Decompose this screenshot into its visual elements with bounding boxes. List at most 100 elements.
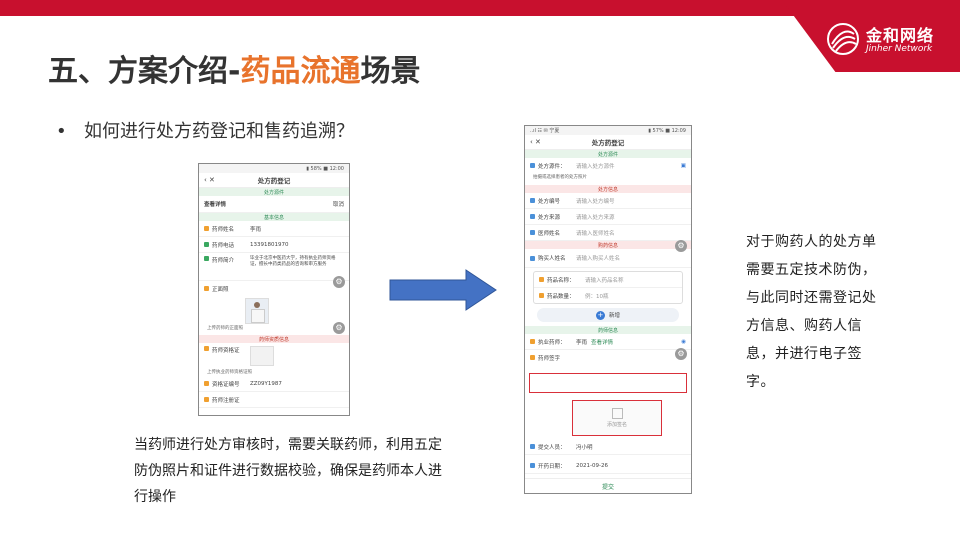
field-value: 13391801970 — [250, 241, 289, 248]
field-icon — [204, 286, 209, 291]
license-image[interactable] — [250, 346, 274, 366]
field-label: 处方编号 — [538, 198, 561, 205]
back-close-icon[interactable]: ‹ ✕ — [204, 176, 215, 184]
pharmacist-photo[interactable] — [245, 298, 269, 324]
field-label: 提交人员： — [538, 444, 566, 451]
pharmacist-row[interactable]: 执业药师： 李雨 查看详情 ◉ — [525, 334, 691, 350]
license-hint: 上传执业药师资格证照 — [207, 370, 252, 375]
date-row[interactable]: 开药日期： 2021-09-26 — [525, 458, 691, 474]
add-label: 新增 — [608, 313, 620, 319]
drug-name-input[interactable]: 请输入药品名称 — [585, 276, 624, 284]
field-label: 处方来源 — [538, 214, 561, 221]
add-drug-button[interactable]: + 新增 — [537, 308, 679, 322]
field-input[interactable]: 请输入处方编号 — [576, 197, 615, 205]
source-input[interactable]: 请输入处方源件 — [576, 162, 681, 170]
field-label: 资格证编号 — [212, 381, 240, 388]
field-icon — [204, 346, 209, 351]
right-arrow-icon — [389, 269, 497, 311]
field-icon — [204, 381, 209, 386]
field-icon — [530, 255, 535, 261]
field-row: 药师简介 毕业于北京中医药大学，持有执业药师资格证，擅长中药类药品的咨询和审方服… — [199, 253, 349, 281]
field-label: 处方源件： — [538, 163, 566, 170]
title-prefix: 五、方案介绍- — [48, 54, 241, 89]
field-label: 开药日期： — [538, 463, 566, 470]
field-icon — [530, 163, 535, 168]
bullet-dot-icon: • — [56, 121, 67, 142]
section-band-source: 处方源件 — [199, 188, 349, 196]
nav-title: 处方药登记 — [591, 139, 625, 147]
field-label: 正面照 — [212, 286, 229, 293]
field-icon — [530, 214, 535, 219]
source-hint: 拍摄或选择患者的处方照片 — [533, 175, 587, 180]
drug-name-row[interactable]: 药品名称： 请输入药品名称 — [534, 272, 682, 288]
field-icon — [539, 277, 544, 282]
pharmacist-detail-screenshot: ▮ 58% ■ 12:00 ‹ ✕ 处方药登记 处方源件 查看详情 取消 基本信… — [198, 163, 350, 416]
prescription-registration-screenshot: ..ıl ☷ ✉ 宁夏 ▮ 57% ■ 12:09 ‹ ✕ 处方药登记 处方源件… — [524, 125, 692, 494]
drug-qty-row[interactable]: 药品数量： 例：10瓶 — [534, 288, 682, 303]
floating-gear-icon[interactable]: ⚙ — [333, 276, 345, 288]
field-icon — [204, 256, 209, 261]
field-icon — [530, 355, 535, 360]
select-icon[interactable]: ◉ — [681, 339, 686, 345]
field-icon — [539, 293, 544, 298]
info-row[interactable]: 处方来源 请输入处方来源 — [525, 209, 691, 225]
field-label: 药师注册证 — [212, 397, 240, 404]
section-band-license: 药师资质信息 — [199, 335, 349, 343]
field-icon — [204, 242, 209, 247]
field-icon — [204, 226, 209, 231]
field-label: 药师简介 — [212, 258, 235, 264]
field-icon — [530, 444, 535, 449]
field-value: 李雨 — [250, 226, 262, 233]
sheet-title: 查看详情 — [204, 202, 227, 208]
signature-pen-icon — [611, 408, 623, 419]
title-suffix: 场景 — [360, 54, 421, 89]
right-description: 对于购药人的处方单需要五定技术防伪，与此同时还需登记处方信息、购药人信息，并进行… — [746, 234, 877, 390]
view-details-link[interactable]: 查看详情 — [591, 338, 681, 346]
section-band-buyer: 购药信息 — [525, 241, 691, 249]
field-icon — [530, 230, 535, 235]
back-close-icon[interactable]: ‹ ✕ — [530, 138, 541, 146]
drug-qty-input[interactable]: 例：10瓶 — [585, 292, 609, 300]
plus-icon: + — [595, 310, 605, 320]
field-row: 资格证编号 ZZ09Y1987 — [199, 376, 349, 392]
field-icon — [530, 339, 535, 344]
field-input[interactable]: 请输入医师姓名 — [576, 229, 615, 237]
section-band-basic: 基本信息 — [199, 213, 349, 221]
signature-row: 药师签字 — [525, 350, 691, 365]
jinher-logo-icon — [827, 23, 859, 55]
status-right: ▮ 57% ■ 12:09 — [648, 127, 686, 134]
section-band-info: 处方信息 — [525, 185, 691, 193]
bullet-point: • 如何进行处方药登记和售药追溯？ — [56, 117, 354, 143]
field-value: 2021-09-26 — [576, 462, 608, 469]
field-input[interactable]: 请输入处方来源 — [576, 213, 615, 221]
section-band-source: 处方源件 — [525, 150, 691, 158]
logo-chinese-name: 金和网络 — [866, 26, 935, 45]
field-icon — [204, 397, 209, 402]
submit-button[interactable]: 提交 — [525, 478, 691, 493]
field-value: 冯小明 — [576, 444, 593, 451]
field-row: 药师资格证 — [199, 343, 349, 368]
info-row[interactable]: 处方编号 请输入处方编号 — [525, 193, 691, 209]
status-right: ▮ 58% ■ 12:00 — [306, 165, 344, 172]
photo-hint: 上传药师的正面照 — [207, 326, 243, 331]
buyer-row[interactable]: 购买人姓名 请输入购买人姓名 — [525, 249, 691, 268]
field-value: ZZ09Y1987 — [250, 380, 282, 387]
field-value: 毕业于北京中医药大学，持有执业药师资格证，擅长中药类药品的咨询和审方服务 — [250, 256, 336, 267]
floating-gear-icon[interactable]: ⚙ — [675, 348, 687, 360]
signature-hint: 添加签名 — [606, 422, 627, 428]
field-icon — [530, 198, 535, 203]
field-label: 药师姓名 — [212, 226, 235, 233]
camera-icon[interactable]: ▣ — [681, 163, 686, 169]
slide-title: 五、方案介绍-药品流通场景 — [48, 46, 420, 90]
buyer-input[interactable]: 请输入购买人姓名 — [576, 254, 620, 262]
signature-pad[interactable]: 添加签名 — [572, 400, 662, 436]
field-label: 药师电话 — [212, 242, 235, 249]
info-row[interactable]: 医师姓名 请输入医师姓名 — [525, 225, 691, 241]
floating-gear-icon[interactable]: ⚙ — [675, 240, 687, 252]
section-band-pharmacist: 药师信息 — [525, 326, 691, 334]
floating-gear-icon[interactable]: ⚙ — [333, 322, 345, 334]
field-label: 执业药师： — [538, 339, 566, 346]
source-row[interactable]: 处方源件： 请输入处方源件 ▣ — [525, 158, 691, 173]
nav-bar: ‹ ✕ 处方药登记 — [199, 173, 349, 188]
sheet-cancel-button[interactable]: 取消 — [333, 200, 344, 208]
